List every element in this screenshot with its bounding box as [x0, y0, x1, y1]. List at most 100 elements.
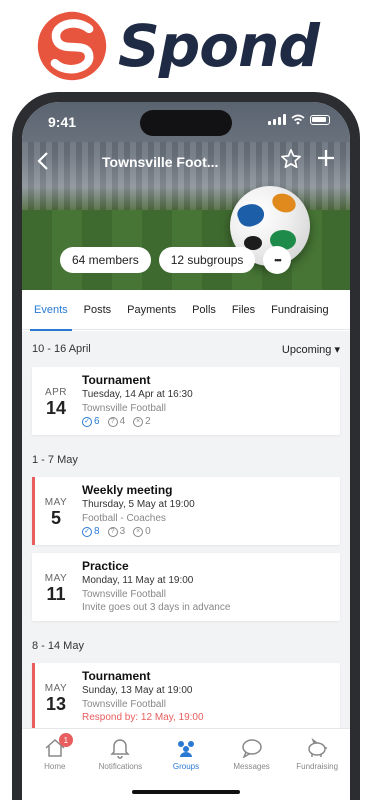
event-title: Weekly meeting [82, 483, 173, 497]
more-button[interactable]: ••• [263, 246, 292, 274]
event-info: Practice Monday, 11 May at 19:00 Townsvi… [82, 559, 334, 613]
subgroups-chip[interactable]: 12 subgroups [158, 247, 256, 273]
section-range: 8 - 14 May [32, 640, 84, 652]
spond-logo: Spond [34, 6, 334, 86]
group-hero: 9:41 Townsville Foot... 64 members 12 su… [22, 102, 350, 290]
check-circle-icon: ✓ [82, 416, 92, 427]
response-counts: ✓ 6 ? 4 × 2 [82, 416, 334, 427]
section-range: 10 - 16 April [32, 343, 91, 355]
declined-count: × 0 [133, 526, 151, 537]
tabbar-label: Notifications [98, 762, 143, 771]
event-note: Invite goes out 3 days in advance [82, 602, 231, 613]
signal-icon [268, 114, 286, 125]
home-badge: 1 [58, 733, 73, 747]
x-circle-icon: × [133, 526, 144, 537]
event-title: Tournament [82, 669, 151, 683]
event-info: Tournament Tuesday, 14 Apr at 16:30 Town… [82, 373, 334, 427]
event-month: MAY [44, 683, 68, 694]
pending-count: ? 3 [107, 526, 125, 537]
event-group: Townsville Football [82, 699, 166, 710]
section-header: 10 - 16 April Upcoming ▾ [22, 331, 350, 367]
group-title: Townsville Foot... [102, 154, 219, 170]
event-time: Sunday, 13 May at 19:00 [82, 685, 193, 696]
section-header: 1 - 7 May [22, 443, 350, 477]
upcoming-filter[interactable]: Upcoming ▾ [282, 343, 340, 356]
section-range: 1 - 7 May [32, 454, 78, 466]
accepted-count: ✓ 6 [82, 416, 100, 427]
tabbar-label: Home [44, 762, 66, 771]
groups-icon [174, 737, 198, 759]
event-info: Tournament Sunday, 13 May at 19:00 Towns… [82, 669, 334, 723]
chevron-left-icon [37, 152, 48, 170]
status-bar: 9:41 [22, 102, 350, 142]
event-month: APR [44, 387, 68, 398]
event-info: Weekly meeting Thursday, 5 May at 19:00 … [82, 483, 334, 537]
tab-payments[interactable]: Payments [127, 290, 176, 330]
nav-bar: Townsville Foot... [22, 146, 350, 180]
status-icons [268, 114, 330, 125]
event-card[interactable]: MAY 11 Practice Monday, 11 May at 19:00 … [32, 553, 340, 621]
phone-screen: 9:41 Townsville Foot... 64 members 12 su… [22, 102, 350, 800]
tab-fundraising[interactable]: Fundraising [271, 290, 328, 330]
status-time: 9:41 [48, 114, 77, 130]
battery-icon [310, 114, 330, 125]
members-chip[interactable]: 64 members [60, 247, 151, 273]
more-icon: ••• [274, 255, 282, 265]
event-group: Football - Coaches [82, 513, 166, 524]
brand-name: Spond [118, 12, 320, 80]
check-circle-icon: ✓ [82, 526, 92, 537]
question-circle-icon: ? [107, 416, 118, 427]
pending-count: ? 4 [107, 416, 125, 427]
section-header: 8 - 14 May [22, 629, 350, 663]
accepted-count: ✓ 8 [82, 526, 100, 537]
event-card[interactable]: MAY 5 Weekly meeting Thursday, 5 May at … [32, 477, 340, 545]
respond-by-note: Respond by: 12 May, 19:00 [82, 712, 204, 723]
event-month: MAY [44, 497, 68, 508]
phone-frame: 9:41 Townsville Foot... 64 members 12 su… [12, 92, 360, 800]
event-card[interactable]: APR 14 Tournament Tuesday, 14 Apr at 16:… [32, 367, 340, 435]
add-button[interactable] [315, 145, 341, 175]
tabbar-label: Groups [172, 762, 200, 771]
event-date: MAY 11 [32, 573, 80, 604]
event-time: Monday, 11 May at 19:00 [82, 575, 194, 586]
event-card[interactable]: MAY 13 Tournament Sunday, 13 May at 19:0… [32, 663, 340, 731]
tabbar-label: Messages [233, 762, 270, 771]
event-day: 5 [50, 508, 61, 528]
event-month: MAY [44, 573, 68, 584]
bell-icon [110, 737, 131, 759]
event-group: Townsville Football [82, 403, 166, 414]
event-title: Tournament [82, 373, 151, 387]
events-list: 10 - 16 April Upcoming ▾ APR 14 Tourname… [22, 331, 350, 731]
wifi-icon [291, 114, 305, 125]
tab-files[interactable]: Files [232, 290, 255, 330]
event-day: 13 [45, 694, 67, 714]
event-time: Tuesday, 14 Apr at 16:30 [82, 389, 193, 400]
group-chips: 64 members 12 subgroups ••• [60, 246, 292, 274]
bottom-tab-bar: 1 Home Notifications Groups Messages Fun… [22, 728, 350, 800]
event-group: Townsville Football [82, 589, 166, 600]
back-button[interactable] [34, 150, 60, 176]
response-counts: ✓ 8 ? 3 × 0 [82, 526, 334, 537]
tab-events[interactable]: Events [30, 290, 72, 331]
event-day: 11 [46, 584, 66, 604]
tab-posts[interactable]: Posts [84, 290, 112, 330]
tabbar-label: Fundraising [296, 762, 339, 771]
event-date: MAY 5 [32, 497, 80, 528]
group-tabs: Events Posts Payments Polls Files Fundra… [22, 290, 350, 331]
tab-polls[interactable]: Polls [192, 290, 216, 330]
declined-count: × 2 [133, 416, 151, 427]
plus-icon [318, 150, 334, 166]
event-date: MAY 13 [32, 683, 80, 714]
favorite-button[interactable] [280, 148, 306, 176]
tabbar-fundraising[interactable]: Fundraising [285, 737, 349, 800]
event-date: APR 14 [32, 387, 80, 418]
star-icon [281, 149, 301, 169]
dynamic-island [140, 110, 232, 136]
home-indicator [132, 790, 240, 794]
x-circle-icon: × [133, 416, 144, 427]
event-title: Practice [82, 559, 129, 573]
tabbar-home[interactable]: 1 Home [23, 733, 87, 800]
event-day: 14 [45, 398, 67, 418]
spond-logo-icon [37, 11, 107, 81]
piggy-bank-icon [305, 737, 329, 759]
